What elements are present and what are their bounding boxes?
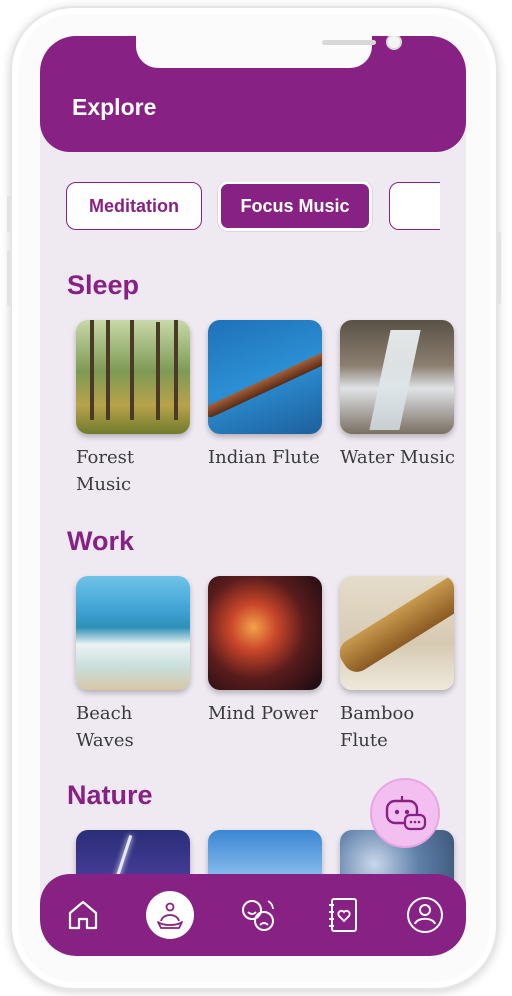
chatbot-icon [385,796,427,831]
nebula-image [208,576,322,690]
track-title: Forest Music [76,447,135,495]
flute-image [208,320,322,434]
side-button [497,232,501,304]
app-screen: Explore Meditation Focus Music Sleep For… [40,36,466,956]
phone-notch [136,36,402,68]
meditation-icon [157,902,183,929]
beach-image [76,576,190,690]
track-title: Beach Waves [76,703,134,751]
side-button [7,250,11,306]
tab-focus-music[interactable]: Focus Music [218,182,372,231]
track-title: Mind Power [208,703,318,724]
nav-mood[interactable] [235,892,281,938]
chatbot-button[interactable] [370,778,440,848]
track-title: Bamboo Flute [340,703,415,751]
section-title-nature: Nature [67,780,153,810]
header-bar: Explore [40,36,466,152]
track-title: Water Music [340,447,455,468]
nav-profile[interactable] [402,892,448,938]
track-card-mind-power[interactable]: Mind Power [208,576,322,727]
nav-home[interactable] [60,892,106,938]
track-title: Indian Flute [208,447,320,468]
forest-image [76,320,190,434]
tab-meditation[interactable]: Meditation [66,182,202,230]
track-card-water-music[interactable]: Water Music [340,320,455,471]
page-title: Explore [72,94,157,120]
track-card-bamboo-flute[interactable]: Bamboo Flute [340,576,454,754]
nav-meditation[interactable] [146,891,194,939]
track-card-forest-music[interactable]: Forest Music [76,320,190,498]
section-title-work: Work [67,526,135,556]
front-camera [386,36,402,50]
home-icon [68,900,98,930]
profile-icon [407,897,443,933]
side-button [7,196,11,232]
track-card-indian-flute[interactable]: Indian Flute [208,320,322,471]
mood-icon [242,900,274,931]
bottom-nav [40,874,466,956]
section-title-sleep: Sleep [67,270,140,300]
speaker-grille [322,40,376,45]
journal-icon [329,898,357,932]
nav-journal[interactable] [320,892,366,938]
bamboo-image [340,576,454,690]
waterfall-image [340,320,454,434]
tab-more[interactable] [389,182,440,230]
category-tabs: Meditation Focus Music [66,182,440,232]
track-card-beach-waves[interactable]: Beach Waves [76,576,190,754]
